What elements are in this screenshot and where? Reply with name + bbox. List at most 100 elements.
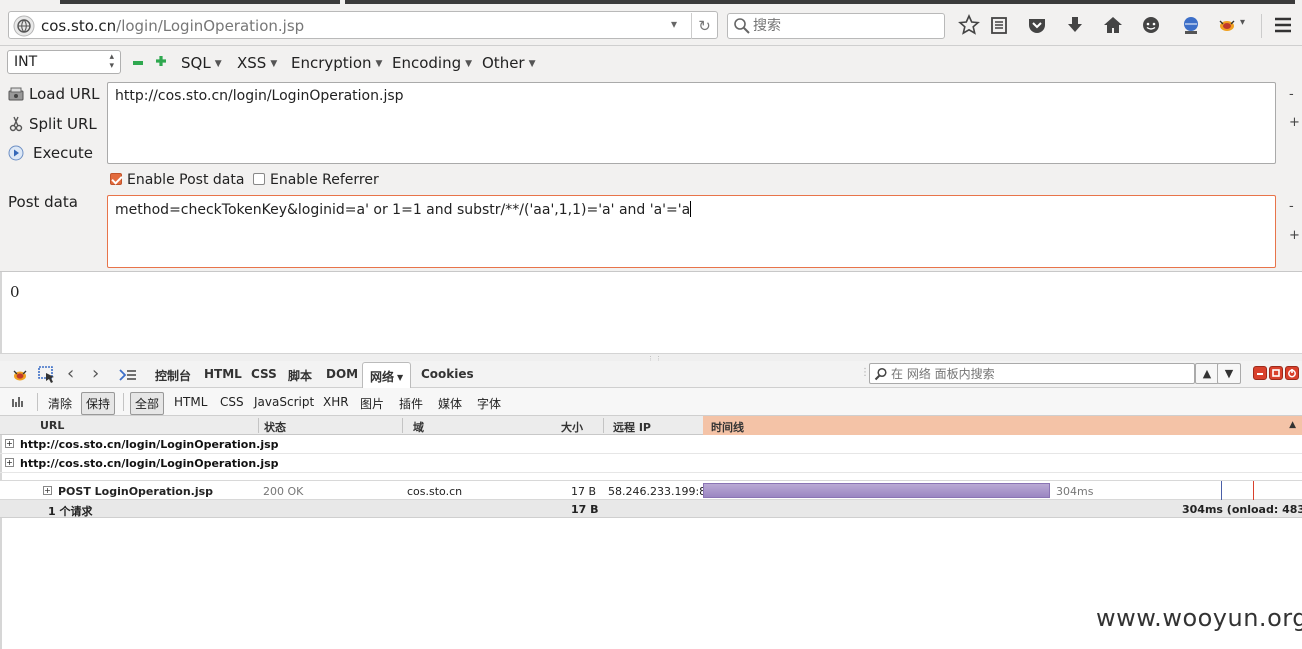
minimize-panel-button[interactable] <box>1253 366 1267 380</box>
encryption-menu[interactable]: Encryption ▼ <box>291 54 382 72</box>
tab-css[interactable]: CSS <box>251 367 277 381</box>
play-icon <box>8 145 24 161</box>
address-bar[interactable]: cos.sto.cn/login/LoginOperation.jsp ▾ ↻ <box>8 11 718 39</box>
url-shrink-button[interactable]: - <box>1289 87 1294 102</box>
tab-cookies[interactable]: Cookies <box>421 367 474 381</box>
detach-panel-button[interactable] <box>1269 366 1283 380</box>
column-timeline[interactable]: 时间线 ▲ <box>703 416 1302 435</box>
load-url-icon <box>8 87 24 101</box>
globe-addon-icon[interactable] <box>1180 14 1202 36</box>
minimize-icon <box>1257 373 1263 375</box>
search-box[interactable] <box>727 13 945 39</box>
search-icon <box>734 18 750 34</box>
firebug-icon[interactable] <box>1216 14 1238 36</box>
reading-list-icon[interactable] <box>988 14 1010 36</box>
download-icon[interactable] <box>1064 14 1086 36</box>
scissors-icon <box>9 116 23 132</box>
search-input[interactable] <box>753 17 938 35</box>
chevron-down-icon: ▼ <box>375 59 383 69</box>
url-group-row[interactable]: + http://cos.sto.cn/login/LoginOperation… <box>0 435 1302 454</box>
filter-css[interactable]: CSS <box>220 395 244 409</box>
reload-icon[interactable]: ↻ <box>691 13 717 39</box>
enable-referrer-checkbox[interactable]: Enable Referrer <box>253 172 379 188</box>
encoding-menu[interactable]: Encoding ▼ <box>392 54 472 72</box>
type-select[interactable]: INT ▴ ▾ <box>7 50 121 74</box>
column-divider[interactable] <box>258 418 259 433</box>
home-icon[interactable] <box>1102 14 1124 36</box>
url-text[interactable]: cos.sto.cn/login/LoginOperation.jsp <box>41 17 304 35</box>
chevron-down-icon: ▼ <box>465 59 473 69</box>
inspect-element-icon[interactable] <box>37 365 57 385</box>
sql-menu[interactable]: SQL ▼ <box>181 54 222 72</box>
firebug-bug-icon[interactable] <box>10 365 30 385</box>
clear-button[interactable]: 清除 <box>48 395 72 412</box>
url-group-label: http://cos.sto.cn/login/LoginOperation.j… <box>20 457 279 470</box>
post-shrink-button[interactable]: - <box>1289 199 1294 214</box>
chevron-down-icon: ▼ <box>270 59 278 69</box>
column-url[interactable]: URL <box>40 419 64 432</box>
execute-button[interactable]: Execute <box>8 144 93 162</box>
tab-dom[interactable]: DOM <box>326 367 358 381</box>
request-size: 17 B <box>571 485 597 498</box>
request-status: 200 OK <box>263 485 304 498</box>
back-arrow-icon[interactable]: ‹ <box>67 365 87 385</box>
plus-icon[interactable] <box>156 56 166 66</box>
search-prev-button[interactable]: ▲ <box>1195 363 1219 384</box>
filter-xhr[interactable]: XHR <box>323 395 349 409</box>
filter-javascript[interactable]: JavaScript <box>254 395 314 409</box>
tab-console[interactable]: 控制台 <box>155 367 191 384</box>
net-activity-icon[interactable] <box>11 395 25 409</box>
filter-all[interactable]: 全部 <box>130 392 165 415</box>
forward-arrow-icon[interactable]: › <box>92 365 112 385</box>
tab-html[interactable]: HTML <box>204 367 242 381</box>
pocket-icon[interactable] <box>1026 14 1048 36</box>
history-dropdown-icon[interactable]: ▾ <box>671 17 677 31</box>
column-domain[interactable]: 域 <box>413 419 424 435</box>
other-menu[interactable]: Other ▼ <box>482 54 536 72</box>
filter-media[interactable]: 媒体 <box>438 395 462 412</box>
request-time: 304ms <box>1056 485 1094 498</box>
tab-script[interactable]: 脚本 <box>288 367 312 384</box>
request-row[interactable]: + POST LoginOperation.jsp 200 OK cos.sto… <box>0 480 1302 501</box>
persist-button[interactable]: 保持 <box>81 392 116 415</box>
expand-icon[interactable]: + <box>5 458 14 467</box>
devtools-splitter[interactable]: ⋮⋮ <box>0 353 1302 363</box>
net-search-input[interactable] <box>891 366 1191 381</box>
expand-icon[interactable]: + <box>43 486 52 495</box>
firebug-dropdown-icon[interactable]: ▾ <box>1240 17 1245 28</box>
filter-plugins[interactable]: 插件 <box>399 395 423 412</box>
search-next-button[interactable]: ▼ <box>1217 363 1241 384</box>
column-divider[interactable] <box>402 418 403 433</box>
chevron-down-icon: ▼ <box>214 59 222 69</box>
net-search-box[interactable] <box>869 363 1195 384</box>
tab-net[interactable]: 网络 ▼ <box>362 362 412 388</box>
url-textarea[interactable]: http://cos.sto.cn/login/LoginOperation.j… <box>107 82 1276 164</box>
chevron-down-icon: ▼ <box>1224 367 1234 380</box>
expand-icon[interactable]: + <box>5 439 14 448</box>
command-line-icon[interactable] <box>118 365 138 385</box>
post-grow-button[interactable]: + <box>1289 228 1300 243</box>
column-remote-ip[interactable]: 远程 IP <box>613 419 651 435</box>
checkbox-checked-icon <box>110 173 122 185</box>
filter-fonts[interactable]: 字体 <box>477 395 501 412</box>
watermark: www.wooyun.org <box>1096 604 1302 632</box>
filter-html[interactable]: HTML <box>174 395 207 409</box>
minus-icon[interactable] <box>133 61 143 65</box>
column-size[interactable]: 大小 <box>561 419 583 435</box>
chat-icon[interactable] <box>1140 14 1162 36</box>
enable-post-checkbox[interactable]: Enable Post data <box>110 172 244 188</box>
post-data-textarea[interactable]: method=checkTokenKey&loginid=a' or 1=1 a… <box>107 195 1276 268</box>
split-url-button[interactable]: Split URL <box>8 115 97 133</box>
menu-icon[interactable] <box>1272 14 1294 36</box>
bookmark-star-icon[interactable] <box>958 14 980 36</box>
url-group-row[interactable]: + http://cos.sto.cn/login/LoginOperation… <box>0 454 1302 473</box>
column-status[interactable]: 状态 <box>264 419 286 435</box>
filter-divider <box>123 393 124 411</box>
url-grow-button[interactable]: + <box>1289 115 1300 130</box>
filter-divider <box>37 393 38 411</box>
xss-menu[interactable]: XSS ▼ <box>237 54 277 72</box>
close-panel-button[interactable] <box>1285 366 1299 380</box>
load-url-button[interactable]: Load URL <box>8 85 100 103</box>
column-divider[interactable] <box>603 418 604 433</box>
filter-images[interactable]: 图片 <box>360 395 384 412</box>
